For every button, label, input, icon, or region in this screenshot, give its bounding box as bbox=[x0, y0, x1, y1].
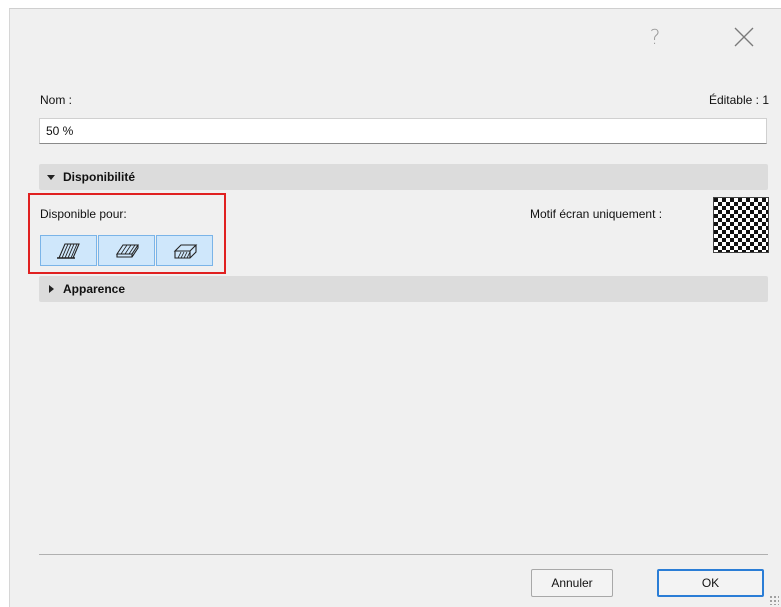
dialog-titlebar: ? bbox=[10, 9, 781, 65]
expanded-triangle-icon bbox=[47, 175, 55, 180]
side-panel-edge bbox=[0, 0, 9, 607]
appearance-section-title: Apparence bbox=[63, 282, 126, 296]
cover-fill-icon bbox=[115, 243, 139, 258]
cut-fill-icon bbox=[56, 242, 80, 259]
availability-section-title: Disponibilité bbox=[63, 170, 135, 184]
tool-availability-group bbox=[40, 235, 213, 266]
name-label: Nom : bbox=[40, 93, 73, 107]
checker-pattern-icon bbox=[714, 198, 768, 252]
editable-count-label: Éditable : 1 bbox=[708, 93, 769, 107]
footer-divider bbox=[39, 554, 768, 555]
resize-grip[interactable] bbox=[769, 595, 779, 605]
cut-fill-toggle-button[interactable] bbox=[40, 235, 97, 266]
collapsed-triangle-icon bbox=[49, 285, 54, 293]
screen-pattern-swatch[interactable] bbox=[713, 197, 769, 253]
screen-only-pattern-label: Motif écran uniquement : bbox=[530, 207, 663, 221]
fill-settings-dialog: ? Nom : Éditable : 1 Disponibilité Dispo… bbox=[9, 8, 781, 607]
close-icon[interactable] bbox=[731, 24, 757, 50]
ok-button[interactable]: OK bbox=[657, 569, 764, 597]
help-button[interactable]: ? bbox=[643, 23, 667, 51]
appearance-section-header[interactable]: Apparence bbox=[39, 276, 768, 302]
cover-fill-toggle-button[interactable] bbox=[98, 235, 155, 266]
drafting-fill-icon bbox=[173, 243, 197, 259]
availability-section-header[interactable]: Disponibilité bbox=[39, 164, 768, 190]
cancel-button[interactable]: Annuler bbox=[531, 569, 613, 597]
drafting-fill-toggle-button[interactable] bbox=[156, 235, 213, 266]
name-input[interactable] bbox=[39, 118, 767, 144]
